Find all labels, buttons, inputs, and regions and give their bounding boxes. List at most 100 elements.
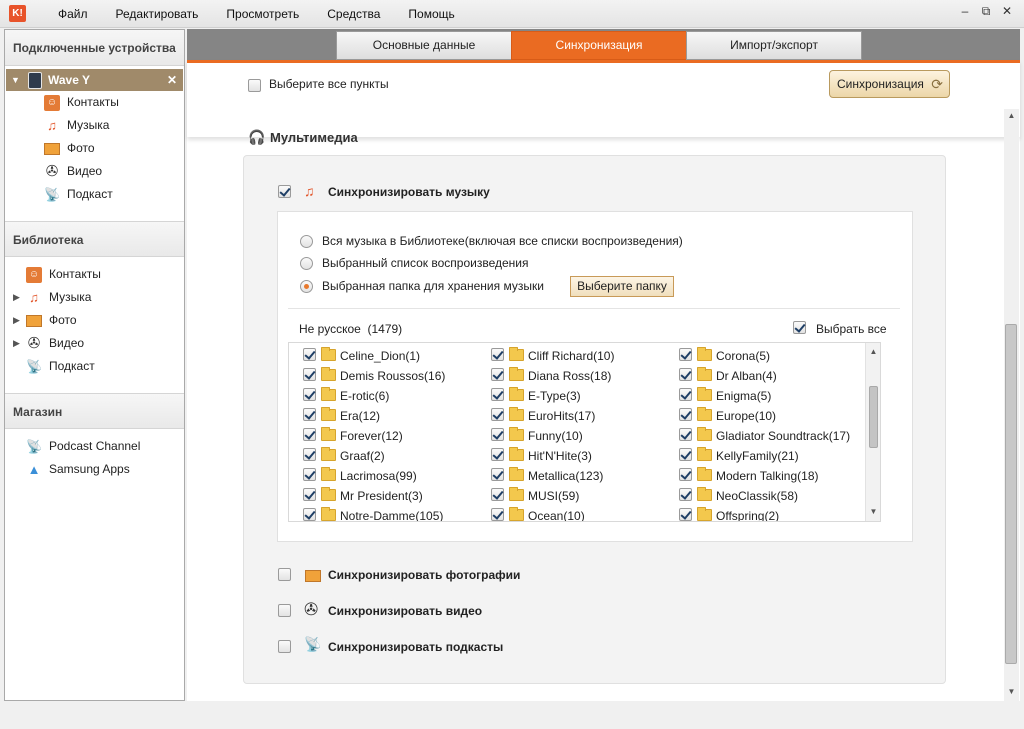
sync-photos-checkbox[interactable] — [278, 568, 291, 581]
menu-help[interactable]: Помощь — [394, 0, 468, 28]
sync-music-checkbox[interactable] — [278, 185, 291, 198]
radio-all-music[interactable] — [300, 235, 313, 248]
main-scrollbar[interactable]: ▲ ▼ — [1004, 109, 1019, 701]
sync-toolbar: Выберите все пункты Синхронизация ⟳ — [187, 60, 1020, 137]
folder-checkbox[interactable] — [491, 408, 504, 421]
library-item-contacts[interactable]: ☺ Контакты — [5, 263, 184, 286]
folder-checkbox[interactable] — [303, 388, 316, 401]
folder-grid-scrollbar[interactable]: ▲ ▼ — [865, 343, 880, 521]
folder-checkbox[interactable] — [491, 428, 504, 441]
folder-checkbox[interactable] — [679, 348, 692, 361]
store-item-podcast-channel[interactable]: 📡 Podcast Channel — [5, 435, 184, 458]
expand-arrow-icon[interactable]: ▶ — [13, 309, 20, 332]
expand-arrow-icon[interactable]: ▶ — [13, 286, 20, 309]
folder-checkbox[interactable] — [679, 368, 692, 381]
select-all-items-checkbox[interactable] — [248, 79, 261, 92]
folder-label: Enigma(5) — [716, 389, 772, 403]
device-item-music[interactable]: ♫ Музыка — [5, 114, 184, 137]
select-all-folders-checkbox[interactable] — [793, 321, 806, 334]
device-item-photo[interactable]: Фото — [5, 137, 184, 160]
folder-checkbox[interactable] — [303, 368, 316, 381]
folder-checkbox[interactable] — [679, 408, 692, 421]
folder-checkbox[interactable] — [679, 448, 692, 461]
folder-checkbox[interactable] — [491, 388, 504, 401]
library-item-photo[interactable]: ▶ Фото — [5, 309, 184, 332]
folder-label: Modern Talking(18) — [716, 469, 819, 483]
scroll-thumb[interactable] — [869, 386, 878, 448]
device-item-video[interactable]: ✇ Видео — [5, 160, 184, 183]
folder-checkbox[interactable] — [491, 448, 504, 461]
collapse-arrow-icon[interactable]: ▼ — [11, 69, 20, 91]
folder-checkbox[interactable] — [303, 428, 316, 441]
expand-arrow-icon[interactable]: ▶ — [13, 332, 20, 355]
device-item-podcast[interactable]: 📡 Подкаст — [5, 183, 184, 206]
device-close-icon[interactable]: ✕ — [167, 69, 177, 91]
samsung-apps-icon: ▲ — [27, 462, 41, 477]
device-name: Wave Y — [48, 73, 91, 87]
store-item-samsung-apps[interactable]: ▲ Samsung Apps — [5, 458, 184, 481]
menu-file[interactable]: Файл — [44, 0, 102, 28]
folder-icon — [509, 387, 524, 401]
folder-checkbox[interactable] — [491, 508, 504, 521]
folder-icon — [321, 407, 336, 421]
app-logo: K! — [9, 5, 26, 22]
main-scroll-thumb[interactable] — [1005, 324, 1017, 664]
folder-icon — [321, 447, 336, 461]
scroll-up-arrow-icon[interactable]: ▲ — [866, 347, 880, 356]
library-item-video[interactable]: ▶ ✇ Видео — [5, 332, 184, 355]
folder-label: Hit'N'Hite(3) — [528, 449, 592, 463]
folder-checkbox[interactable] — [491, 468, 504, 481]
folder-icon — [321, 367, 336, 381]
folder-checkbox[interactable] — [491, 348, 504, 361]
radio-playlist[interactable] — [300, 257, 313, 270]
scroll-up-arrow-icon[interactable]: ▲ — [1004, 111, 1019, 120]
folder-icon — [697, 347, 712, 361]
minimize-button[interactable]: ‒ — [956, 4, 974, 18]
library-item-music[interactable]: ▶ ♫ Музыка — [5, 286, 184, 309]
folder-label: Metallica(123) — [528, 469, 604, 483]
tab-sync[interactable]: Синхронизация — [511, 31, 687, 60]
main-content: Основные данные Синхронизация Импорт/экс… — [187, 29, 1020, 701]
folder-label: Diana Ross(18) — [528, 369, 612, 383]
sync-button[interactable]: Синхронизация ⟳ — [829, 70, 950, 98]
folder-checkbox[interactable] — [679, 488, 692, 501]
scroll-down-arrow-icon[interactable]: ▼ — [1004, 687, 1019, 696]
folder-checkbox[interactable] — [303, 348, 316, 361]
tab-basic-data[interactable]: Основные данные — [336, 31, 512, 60]
folder-checkbox[interactable] — [303, 468, 316, 481]
folder-label: Offspring(2) — [716, 509, 780, 522]
radio-playlist-label: Выбранный список воспроизведения — [322, 256, 529, 270]
library-item-label: Подкаст — [49, 359, 95, 373]
folder-checkbox[interactable] — [679, 388, 692, 401]
folder-checkbox[interactable] — [303, 488, 316, 501]
close-window-button[interactable]: ✕ — [998, 4, 1016, 18]
menu-edit[interactable]: Редактировать — [102, 0, 213, 28]
film-reel-icon: ✇ — [45, 163, 59, 180]
folder-checkbox[interactable] — [679, 428, 692, 441]
device-wave-y[interactable]: ▼ Wave Y ✕ — [6, 69, 183, 91]
folder-checkbox[interactable] — [303, 508, 316, 521]
menu-view[interactable]: Просмотреть — [212, 0, 313, 28]
restore-button[interactable]: ⧉ — [977, 4, 995, 19]
choose-folder-button[interactable]: Выберите папку — [570, 276, 674, 297]
folder-label: Graaf(2) — [340, 449, 385, 463]
folder-checkbox[interactable] — [303, 448, 316, 461]
sync-video-checkbox[interactable] — [278, 604, 291, 617]
library-item-podcast[interactable]: 📡 Подкаст — [5, 355, 184, 378]
menu-tools[interactable]: Средства — [313, 0, 394, 28]
radio-folder[interactable] — [300, 280, 313, 293]
folder-checkbox[interactable] — [679, 508, 692, 521]
folder-label: KellyFamily(21) — [716, 449, 799, 463]
tab-import-export[interactable]: Импорт/экспорт — [686, 31, 862, 60]
multimedia-title: Мультимедиа — [270, 130, 358, 145]
music-options-box: Вся музыка в Библиотеке(включая все спис… — [277, 211, 913, 542]
folder-icon — [321, 427, 336, 441]
scroll-down-arrow-icon[interactable]: ▼ — [866, 507, 880, 516]
folder-checkbox[interactable] — [303, 408, 316, 421]
sync-podcasts-checkbox[interactable] — [278, 640, 291, 653]
folder-checkbox[interactable] — [491, 368, 504, 381]
folder-checkbox[interactable] — [491, 488, 504, 501]
folder-checkbox[interactable] — [679, 468, 692, 481]
device-item-contacts[interactable]: ☺ Контакты — [5, 91, 184, 114]
contacts-icon: ☺ — [26, 267, 42, 283]
